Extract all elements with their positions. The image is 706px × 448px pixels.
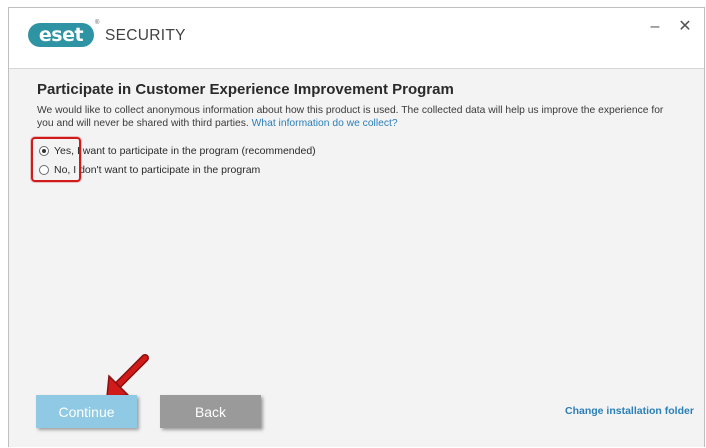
main-content: Participate in Customer Experience Impro…	[9, 69, 704, 447]
registered-mark: ®	[95, 20, 100, 26]
radio-yes-label[interactable]: Yes, I want to participate in the progra…	[54, 145, 316, 157]
eset-logo: eset	[28, 23, 94, 47]
logo-text: eset	[38, 24, 84, 46]
installer-window: eset ® SECURITY – ✕ Participate in Custo…	[8, 7, 705, 447]
what-information-link[interactable]: What information do we collect?	[252, 118, 398, 129]
change-installation-folder-link[interactable]: Change installation folder	[565, 405, 694, 417]
radio-no-label[interactable]: No, I don't want to participate in the p…	[54, 164, 260, 176]
continue-button[interactable]: Continue	[36, 395, 137, 428]
minimize-icon[interactable]: –	[643, 16, 667, 38]
page-description: We would like to collect anonymous infor…	[37, 104, 682, 130]
title-bar: eset ® SECURITY – ✕	[9, 8, 704, 69]
back-button[interactable]: Back	[160, 395, 261, 428]
close-icon[interactable]: ✕	[673, 16, 697, 38]
product-name: SECURITY	[105, 27, 186, 44]
page-title: Participate in Customer Experience Impro…	[37, 81, 454, 98]
annotation-highlight-box	[31, 137, 81, 182]
